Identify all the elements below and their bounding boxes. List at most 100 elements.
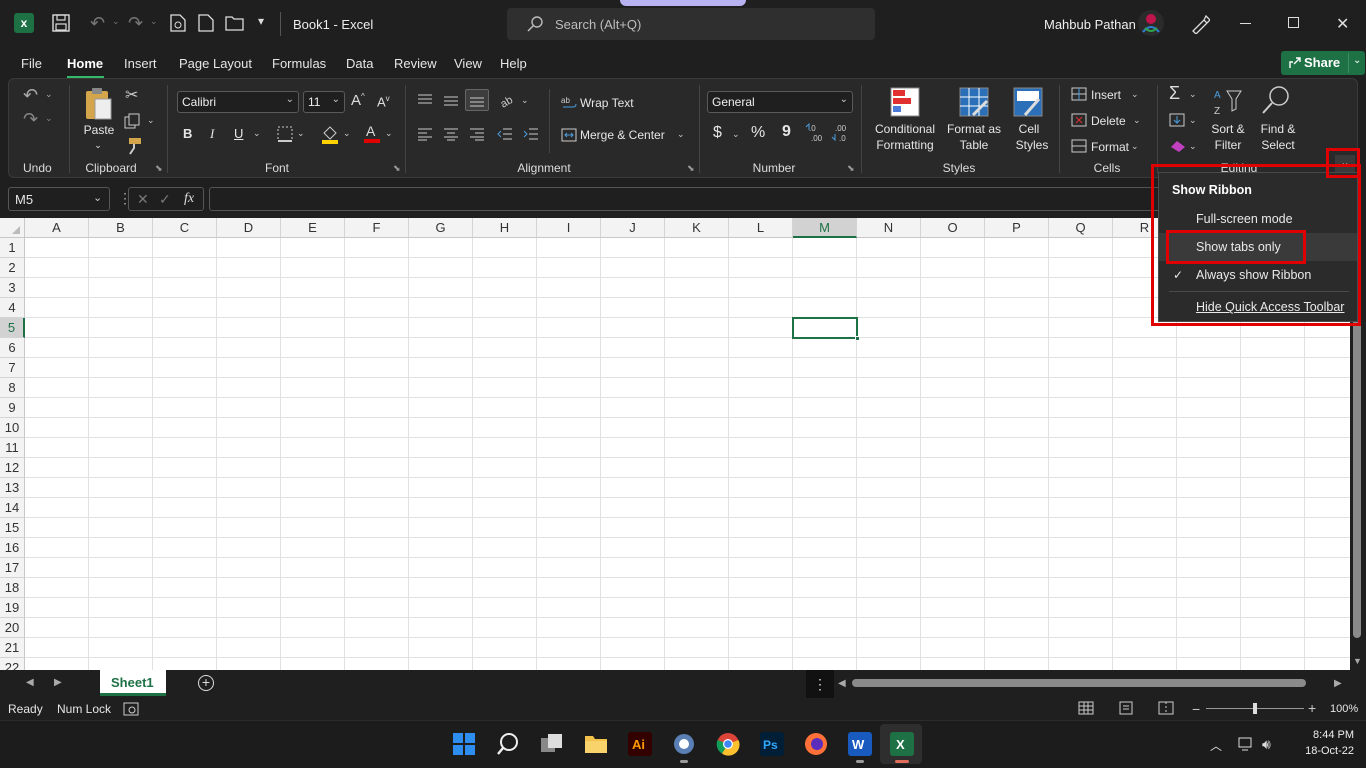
fill-color-icon[interactable]: [321, 124, 339, 144]
conditional-formatting-line1[interactable]: Conditional: [869, 121, 941, 137]
wrap-text-icon[interactable]: ab: [561, 95, 577, 111]
scroll-down-icon[interactable]: ▼: [1353, 656, 1362, 666]
column-header[interactable]: O: [921, 218, 985, 238]
autosum-icon[interactable]: Σ: [1169, 83, 1180, 104]
clipboard-launcher-icon[interactable]: ⬊: [155, 163, 163, 174]
bottom-align-icon[interactable]: [465, 89, 489, 111]
macro-record-icon[interactable]: [123, 702, 139, 716]
chrome-icon[interactable]: [716, 732, 740, 756]
sort-filter-icon[interactable]: AZ: [1213, 87, 1243, 117]
firefox-icon[interactable]: [804, 732, 828, 756]
font-size-dropdown[interactable]: 11 ⌄: [303, 91, 345, 113]
clear-icon[interactable]: [1169, 139, 1187, 153]
column-header[interactable]: A: [25, 218, 89, 238]
conditional-formatting-line2[interactable]: Formatting: [869, 137, 941, 153]
format-as-table-line2[interactable]: Table: [943, 137, 1005, 153]
row-header[interactable]: 12: [0, 458, 25, 478]
column-header[interactable]: L: [729, 218, 793, 238]
row-header[interactable]: 2: [0, 258, 25, 278]
row-header[interactable]: 1: [0, 238, 25, 258]
delete-cells-icon[interactable]: [1071, 113, 1087, 127]
normal-view-icon[interactable]: [1078, 701, 1094, 715]
decrease-decimal-icon[interactable]: .00.0: [831, 123, 851, 143]
autosum-dropdown-icon[interactable]: ⌄: [1189, 89, 1197, 100]
format-painter-icon[interactable]: [125, 137, 143, 155]
format-as-table-icon[interactable]: [959, 87, 989, 117]
pen-icon[interactable]: [1190, 14, 1210, 34]
clock-date[interactable]: 18-Oct-22: [1294, 745, 1354, 757]
orientation-dropdown-icon[interactable]: ⌄: [521, 95, 529, 106]
fill-icon[interactable]: [1169, 113, 1185, 127]
format-as-table-line1[interactable]: Format as: [943, 121, 1005, 137]
wrap-text-button[interactable]: Wrap Text: [580, 96, 634, 110]
row-header[interactable]: 3: [0, 278, 25, 298]
scroll-right-icon[interactable]: ▶: [1334, 678, 1342, 689]
bold-button[interactable]: B: [183, 126, 192, 141]
row-header[interactable]: 11: [0, 438, 25, 458]
column-header[interactable]: N: [857, 218, 921, 238]
underline-dropdown-icon[interactable]: ⌄: [253, 128, 261, 139]
column-header[interactable]: G: [409, 218, 473, 238]
format-cells-icon[interactable]: [1071, 139, 1087, 153]
sort-filter-line2[interactable]: Filter: [1205, 137, 1251, 153]
cell-styles-line2[interactable]: Styles: [1009, 137, 1055, 153]
tab-file[interactable]: File: [21, 56, 42, 71]
show-hidden-icons-icon[interactable]: ︿: [1210, 737, 1222, 754]
page-layout-view-icon[interactable]: [1118, 701, 1134, 715]
scroll-left-icon[interactable]: ◀: [838, 678, 846, 689]
zoom-slider-thumb[interactable]: [1253, 703, 1257, 714]
name-box[interactable]: M5 ⌄: [8, 187, 110, 211]
sheet-tab-sheet1[interactable]: Sheet1: [100, 670, 166, 696]
insert-cells-icon[interactable]: [1071, 87, 1087, 101]
row-header[interactable]: 20: [0, 618, 25, 638]
minimize-icon[interactable]: [1240, 23, 1251, 24]
row-header[interactable]: 7: [0, 358, 25, 378]
underline-button[interactable]: U: [234, 126, 243, 141]
row-header[interactable]: 14: [0, 498, 25, 518]
sort-filter-line1[interactable]: Sort &: [1205, 121, 1251, 137]
confirm-entry-icon[interactable]: ✓: [159, 191, 171, 208]
align-right-icon[interactable]: [469, 127, 485, 141]
column-header[interactable]: I: [537, 218, 601, 238]
row-header[interactable]: 21: [0, 638, 25, 658]
save-icon[interactable]: [52, 14, 70, 32]
close-icon[interactable]: ✕: [1336, 14, 1349, 34]
column-header[interactable]: F: [345, 218, 409, 238]
add-sheet-icon[interactable]: +: [198, 675, 214, 691]
clear-dropdown-icon[interactable]: ⌄: [1189, 141, 1197, 152]
orientation-icon[interactable]: ab: [499, 91, 519, 109]
currency-dropdown-icon[interactable]: ⌄: [732, 129, 740, 140]
row-header[interactable]: 13: [0, 478, 25, 498]
fill-color-dropdown-icon[interactable]: ⌄: [343, 128, 351, 139]
next-sheet-icon[interactable]: ▶: [54, 677, 62, 688]
network-icon[interactable]: [1238, 737, 1254, 751]
excel-taskbar-icon[interactable]: X: [890, 732, 914, 756]
fill-dropdown-icon[interactable]: ⌄: [1189, 115, 1197, 126]
tab-view[interactable]: View: [454, 56, 482, 71]
format-cells-button[interactable]: Format: [1091, 140, 1129, 154]
row-header[interactable]: 19: [0, 598, 25, 618]
row-header[interactable]: 4: [0, 298, 25, 318]
page-break-view-icon[interactable]: [1158, 701, 1174, 715]
new-file-icon[interactable]: [198, 14, 214, 32]
ribbon-undo-dropdown-icon[interactable]: ⌄: [45, 89, 53, 100]
column-header[interactable]: H: [473, 218, 537, 238]
row-header[interactable]: 18: [0, 578, 25, 598]
customize-qat-icon[interactable]: ▾: [258, 14, 264, 28]
conditional-formatting-icon[interactable]: [890, 87, 920, 117]
tab-page-layout[interactable]: Page Layout: [179, 56, 252, 71]
column-header[interactable]: Q: [1049, 218, 1113, 238]
merge-center-icon[interactable]: [561, 127, 577, 143]
increase-font-size-icon[interactable]: A^: [351, 92, 365, 109]
font-color-icon[interactable]: A: [363, 123, 381, 143]
currency-button[interactable]: $: [713, 124, 722, 142]
user-name[interactable]: Mahbub Pathan: [1044, 17, 1136, 32]
delete-dropdown-icon[interactable]: ⌄: [1133, 115, 1141, 126]
row-header[interactable]: 9: [0, 398, 25, 418]
top-align-icon[interactable]: [417, 93, 433, 107]
middle-align-icon[interactable]: [443, 93, 459, 107]
prev-sheet-icon[interactable]: ◀: [26, 677, 34, 688]
active-cell[interactable]: [792, 317, 858, 339]
ribbon-undo-icon[interactable]: ↶: [23, 85, 38, 106]
undo-dropdown-icon[interactable]: ⌄: [112, 16, 120, 27]
